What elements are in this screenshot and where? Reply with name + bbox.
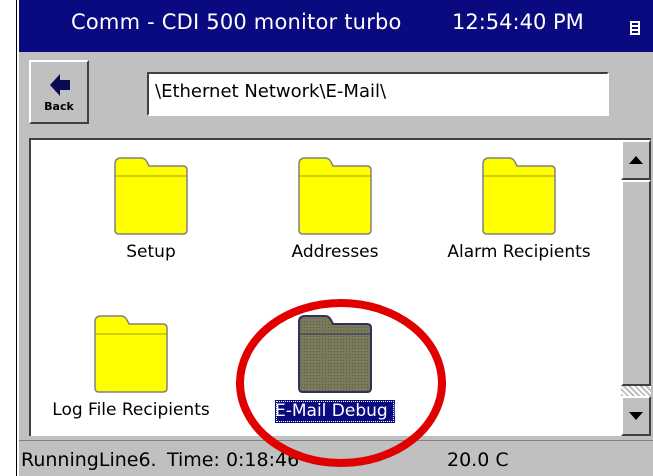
status-elapsed-time: Time: 0:18:46 <box>167 449 300 471</box>
folder-icon <box>298 157 372 235</box>
scroll-down-button[interactable] <box>621 396 651 436</box>
keyboard-icon[interactable] <box>628 20 642 36</box>
status-temperature: 20.0 C <box>447 449 509 471</box>
scroll-track-lower[interactable] <box>621 386 651 396</box>
folder-label: Addresses <box>291 242 379 262</box>
folder-item-email-debug-buffer[interactable]: E-Mail Debug Buffer <box>245 304 425 434</box>
folder-label-selected: E-Mail Debug Buffer <box>275 400 395 423</box>
folder-label: Log File Recipients <box>52 400 210 420</box>
back-button[interactable]: Back <box>29 60 89 124</box>
folder-label: Alarm Recipients <box>447 242 591 262</box>
left-margin <box>0 0 17 476</box>
folder-item-addresses[interactable]: Addresses <box>245 146 425 276</box>
folder-icon <box>298 315 372 393</box>
folder-icon <box>94 315 168 393</box>
folder-item-alarm-recipients[interactable]: Alarm Recipients <box>429 146 609 276</box>
window-title: Comm - CDI 500 monitor turbo <box>71 10 402 34</box>
folder-label: Setup <box>126 242 176 262</box>
path-field[interactable]: \Ethernet Network\E-Mail\ <box>147 72 609 116</box>
folder-item-log-file-recipients[interactable]: Log File Recipients <box>31 304 231 434</box>
title-bar: Comm - CDI 500 monitor turbo 12:54:40 PM <box>19 0 653 52</box>
folder-view: Setup Addresses Alarm Recipients Log Fil… <box>29 138 651 436</box>
path-text: \Ethernet Network\E-Mail\ <box>155 81 387 102</box>
scroll-up-button[interactable] <box>621 140 651 180</box>
triangle-down-icon <box>629 412 643 420</box>
folder-icon <box>482 157 556 235</box>
device-screen: Comm - CDI 500 monitor turbo 12:54:40 PM… <box>19 0 653 476</box>
status-bar: RunningLine6. Time: 0:18:46 20.0 C <box>19 440 653 476</box>
clock: 12:54:40 PM <box>452 10 584 34</box>
back-label: Back <box>44 100 74 113</box>
folder-icon <box>114 157 188 235</box>
left-arrow-icon <box>50 74 70 96</box>
toolbar: Back \Ethernet Network\E-Mail\ <box>19 52 653 132</box>
status-running-line: RunningLine6. <box>21 449 157 471</box>
vertical-scrollbar[interactable] <box>621 140 651 436</box>
triangle-up-icon <box>629 156 643 164</box>
scroll-thumb[interactable] <box>621 180 651 386</box>
folder-item-setup[interactable]: Setup <box>61 146 241 276</box>
